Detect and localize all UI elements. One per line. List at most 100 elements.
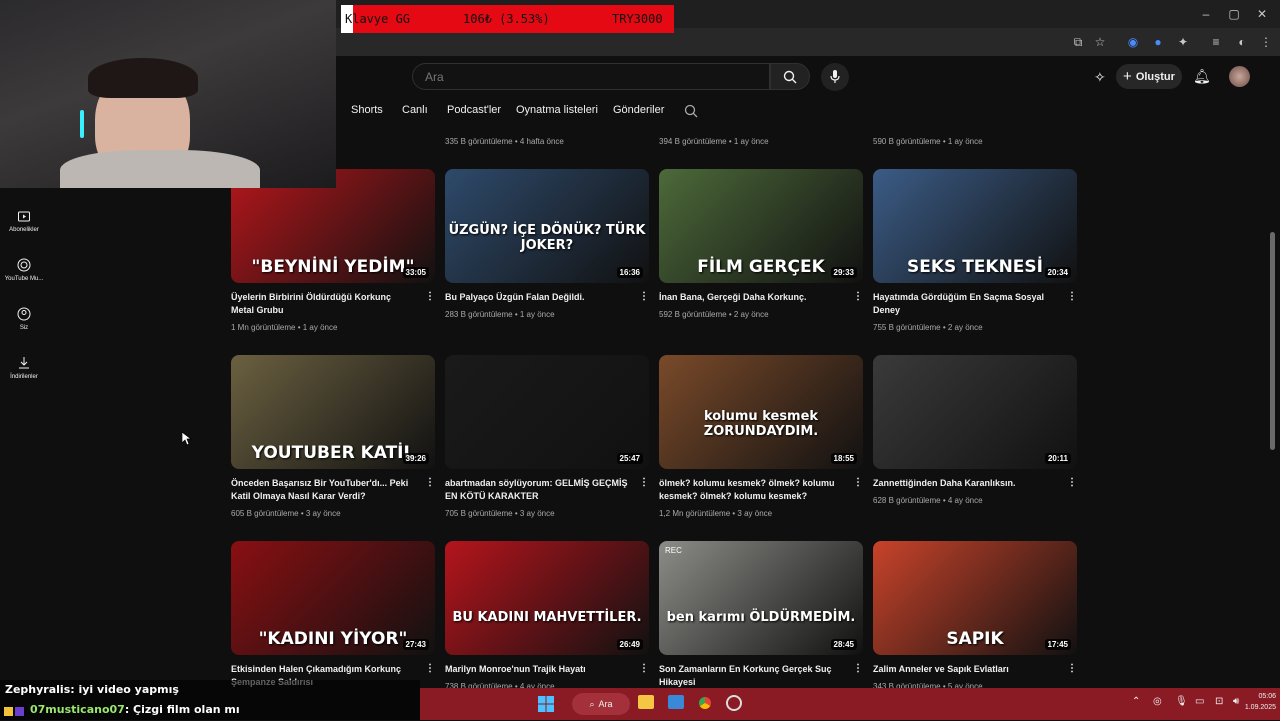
channel-search-icon[interactable] [684,104,698,118]
video-thumbnail[interactable]: SAPIK 17:45 [873,541,1077,655]
sidebar-item-youtube-music[interactable]: YouTube Mu... [0,258,48,282]
sidebar-item-you[interactable]: Siz [0,307,48,331]
video-options-icon[interactable]: ⋮ [425,291,435,302]
search-button[interactable] [770,63,810,90]
video-duration: 25:47 [616,453,643,464]
video-thumbnail[interactable]: SEKS TEKNESİ 20:34 [873,169,1077,283]
obs-icon[interactable] [726,695,742,711]
taskbar-search[interactable]: ⌕ Ara [572,693,630,715]
tab-live[interactable]: Canlı [402,104,428,116]
video-options-icon[interactable]: ⋮ [639,477,649,488]
video-options-icon[interactable]: ⋮ [853,291,863,302]
video-thumbnail[interactable]: FİLM GERÇEK 29:33 [659,169,863,283]
video-card[interactable]: kolumu kesmek ZORUNDAYDIM. 18:55 ölmek? ko… [659,355,863,518]
ai-sparkle-icon[interactable]: ✧ [1094,69,1106,86]
video-title[interactable]: Zannettiğinden Daha Karanlıksın. [873,477,1057,490]
video-card[interactable]: ÜZGÜN? İÇE DÖNÜK? TÜRK JOKER? 16:36 Bu Pal… [445,169,649,319]
tab-playlists[interactable]: Oynatma listeleri [516,104,598,116]
windows-start-icon[interactable] [538,696,554,712]
video-thumbnail[interactable]: kolumu kesmek ZORUNDAYDIM. 18:55 [659,355,863,469]
sidebar-item-downloads[interactable]: İndirilenler [0,356,48,380]
video-options-icon[interactable]: ⋮ [1067,477,1077,488]
display-tray-icon[interactable]: ▭ [1195,696,1204,707]
chrome-icon[interactable] [696,694,714,712]
video-thumbnail[interactable]: BU KADINI MAHVETTİLER. 26:49 [445,541,649,655]
badge-icon [4,707,13,716]
microphone-tray-icon[interactable]: 🎙︎ [1175,696,1188,707]
video-duration: 17:45 [1044,639,1071,650]
video-title[interactable]: Marilyn Monroe'nun Trajik Hayatı [445,663,629,676]
tab-posts[interactable]: Gönderiler [613,104,664,116]
file-explorer-icon[interactable] [638,695,654,709]
video-thumbnail[interactable]: ÜZGÜN? İÇE DÖNÜK? TÜRK JOKER? 16:36 [445,169,649,283]
search-input[interactable] [413,64,769,89]
voice-search-button[interactable] [821,63,849,91]
video-title[interactable]: Önceden Başarısız Bir YouTuber'dı... Pek… [231,477,415,503]
video-title[interactable]: Son Zamanların En Korkunç Gerçek Suç Hik… [659,663,843,689]
video-title[interactable]: abartmadan söylüyorum: GELMİŞ GEÇMİŞ EN … [445,477,629,503]
tab-podcasts[interactable]: Podcast'ler [447,104,501,116]
video-title[interactable]: Bu Palyaço Üzgün Falan Değildi. [445,291,629,304]
youtube-music-icon [17,258,31,272]
video-options-icon[interactable]: ⋮ [1067,291,1077,302]
video-card[interactable]: SEKS TEKNESİ 20:34 Hayatımda Gördüğüm En S… [873,169,1077,332]
reading-list-icon[interactable]: ≡ [1208,34,1224,50]
menu-kebab-icon[interactable]: ⋮ [1258,34,1274,50]
extensions-puzzle-icon[interactable]: ✦ [1175,34,1191,50]
video-card[interactable]: BU KADINI MAHVETTİLER. 26:49 Marilyn Monro… [445,541,649,691]
video-thumbnail[interactable]: YOUTUBER KATİL 39:26 [231,355,435,469]
video-thumbnail[interactable]: ben karımı ÖLDÜRMEDİM. REC 28:45 [659,541,863,655]
video-title[interactable]: Üyelerin Birbirini Öldürdüğü Korkunç Met… [231,291,415,317]
video-duration: 20:11 [1044,453,1071,464]
sidebar-item-subscriptions[interactable]: Abonelikler [0,209,48,233]
tray-chevron-icon[interactable]: ⌃ [1132,696,1140,707]
video-options-icon[interactable]: ⋮ [853,477,863,488]
video-options-icon[interactable]: ⋮ [425,663,435,674]
extension-audio-icon[interactable]: ◉ [1125,34,1141,50]
video-options-icon[interactable]: ⋮ [639,663,649,674]
video-duration: 39:26 [402,453,429,464]
video-card[interactable]: "KADINI YİYOR" 27:43 Etkisinden Halen Çıka… [231,541,435,687]
video-meta: 394 B görüntüleme • 1 ay önce [659,137,769,146]
video-meta: 592 B görüntüleme • 2 ay önce [659,310,769,319]
extension-shield-icon[interactable]: ● [1150,34,1166,50]
clock-time[interactable]: 05:06 [1252,693,1276,700]
search-field[interactable] [412,63,770,90]
video-card[interactable]: 25:47 abartmadan söylüyorum: GELMİŞ GEÇMİ… [445,355,649,518]
video-options-icon[interactable]: ⋮ [853,663,863,674]
video-title[interactable]: ölmek? kolumu kesmek? ölmek? kolumu kesm… [659,477,843,503]
minimize-icon[interactable]: – [1198,6,1214,22]
video-card[interactable]: ben karımı ÖLDÜRMEDİM. REC 28:45 Son Zamanl… [659,541,863,687]
install-icon[interactable]: ⧉ [1070,34,1086,50]
clock-date[interactable]: 1.09.2025 [1232,704,1276,711]
maximize-icon[interactable]: ▢ [1226,6,1242,22]
video-card[interactable]: FİLM GERÇEK 29:33 İnan Bana, Gerçeği Daha … [659,169,863,319]
profile-avatar-icon[interactable]: ◐ [1234,34,1250,50]
video-thumbnail[interactable]: "KADINI YİYOR" 27:43 [231,541,435,655]
video-duration: 26:49 [616,639,643,650]
video-meta: 755 B görüntüleme • 2 ay önce [873,323,983,332]
video-card[interactable]: SAPIK 17:45 Zalim Anneler ve Sapık Evlatla… [873,541,1077,691]
video-title[interactable]: İnan Bana, Gerçeği Daha Korkunç. [659,291,843,304]
video-card[interactable]: YOUTUBER KATİL 39:26 Önceden Başarısız Bir… [231,355,435,518]
video-options-icon[interactable]: ⋮ [639,291,649,302]
notifications-bell-icon[interactable]: 🔔︎ [1193,68,1211,85]
app-icon[interactable] [668,695,684,709]
video-title[interactable]: Zalim Anneler ve Sapık Evlatları [873,663,1057,676]
tab-shorts[interactable]: Shorts [351,104,383,116]
video-options-icon[interactable]: ⋮ [425,477,435,488]
tray-app-icon[interactable]: ◎ [1153,696,1162,707]
close-icon[interactable]: ✕ [1254,6,1270,22]
page-scrollbar[interactable] [1270,232,1275,450]
account-avatar[interactable] [1229,66,1250,87]
video-options-icon[interactable]: ⋮ [1067,663,1077,674]
video-thumbnail[interactable]: 25:47 [445,355,649,469]
bookmark-star-icon[interactable]: ☆ [1092,34,1108,50]
badge-icon [15,707,24,716]
microphone-icon [830,70,840,83]
video-title[interactable]: Hayatımda Gördüğüm En Saçma Sosyal Deney [873,291,1057,317]
network-icon[interactable]: ⊡ [1215,696,1223,707]
video-card[interactable]: 20:11 Zannettiğinden Daha Karanlıksın. ⋮ 62… [873,355,1077,505]
create-button[interactable]: + Oluştur [1116,64,1182,89]
video-thumbnail[interactable]: 20:11 [873,355,1077,469]
